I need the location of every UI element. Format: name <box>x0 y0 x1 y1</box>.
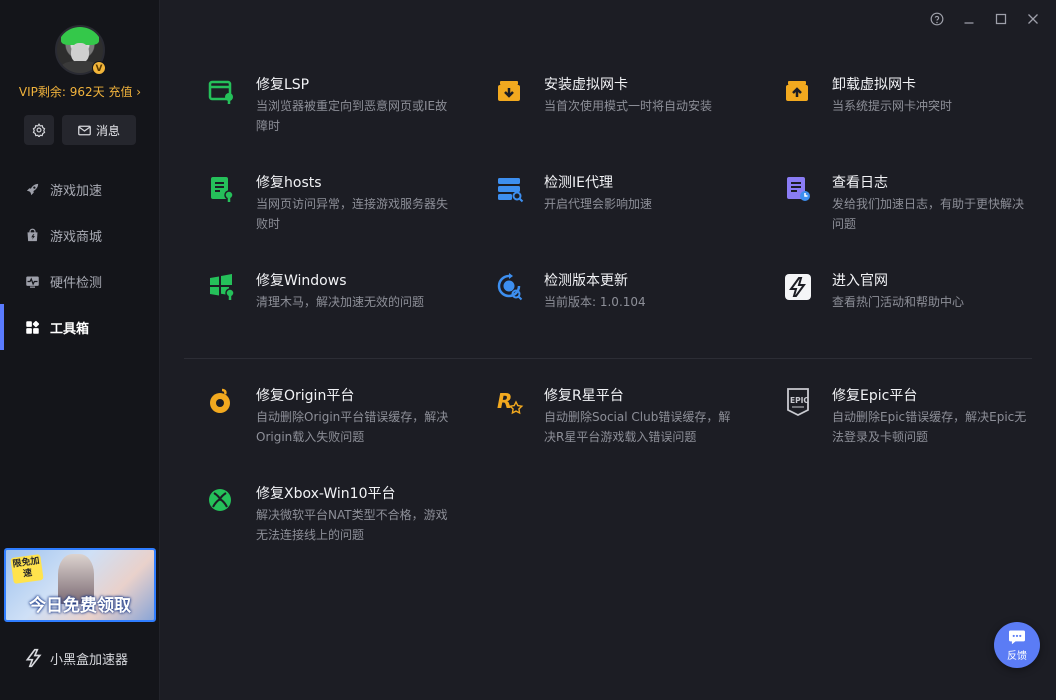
rocket-icon <box>24 181 40 197</box>
browser-repair-icon <box>208 80 233 104</box>
hardware-icon <box>24 273 40 289</box>
toolbox-icon <box>24 319 40 335</box>
tool-desc: 当系统提示网卡冲突时 <box>832 99 953 113</box>
sidebar-nav: 游戏加速 游戏商城 硬件检测 工具箱 <box>0 166 160 350</box>
update-check-icon <box>497 273 523 301</box>
server-search-icon <box>498 178 524 203</box>
tool-title: 安装虚拟网卡 <box>544 77 628 93</box>
sidebar-item-label: 硬件检测 <box>50 275 103 291</box>
tool-visit-website[interactable]: 进入官网 查看热门活动和帮助中心 <box>784 271 1034 312</box>
tool-title: 查看日志 <box>832 175 888 191</box>
sidebar-item-game-store[interactable]: 游戏商城 <box>0 212 160 258</box>
origin-logo-icon <box>210 388 230 413</box>
tool-desc: 发给我们加速日志，有助于更快解决问题 <box>832 197 1025 231</box>
promo-banner[interactable]: 限免加速 今日免费领取 <box>4 548 156 622</box>
tool-desc: 自动删除Epic错误缓存，解决Epic无法登录及卡顿问题 <box>832 410 1027 444</box>
feedback-button[interactable]: 反馈 <box>994 622 1040 668</box>
tool-desc: 当网页访问异常，连接游戏服务器失败时 <box>256 197 449 231</box>
tool-title: 修复LSP <box>256 77 310 93</box>
vip-remaining-link[interactable]: VIP剩余: 962天 充值 › <box>0 83 160 100</box>
sidebar-item-hardware-check[interactable]: 硬件检测 <box>0 258 160 304</box>
tool-check-ie-proxy[interactable]: 检测IE代理 开启代理会影响加速 <box>496 173 746 214</box>
message-button[interactable]: 消息 <box>62 115 136 145</box>
uninstall-box-icon <box>786 81 808 101</box>
sidebar-item-toolbox[interactable]: 工具箱 <box>0 304 160 350</box>
tool-repair-windows[interactable]: 修复Windows 清理木马，解决加速无效的问题 <box>208 271 458 312</box>
tool-desc: 解决微软平台NAT类型不合格，游戏无法连接线上的问题 <box>256 508 448 542</box>
section-divider <box>184 358 1032 359</box>
brand: 小黑盒加速器 <box>24 646 128 670</box>
hosts-repair-icon <box>211 177 234 202</box>
tool-repair-epic[interactable]: EPIC 修复Epic平台 自动删除Epic错误缓存，解决Epic无法登录及卡顿… <box>784 386 1034 447</box>
chat-bubble-icon <box>1009 629 1025 644</box>
tool-repair-lsp[interactable]: 修复LSP 当浏览器被重定向到恶意网页或IE故障时 <box>208 75 458 136</box>
tool-repair-rockstar[interactable]: R 修复R星平台 自动删除Social Club错误缓存，解决R星平台游戏载入错… <box>496 386 746 447</box>
rockstar-logo-icon: R <box>497 389 524 415</box>
tool-desc: 查看热门活动和帮助中心 <box>832 295 965 309</box>
close-icon[interactable] <box>1024 10 1042 28</box>
tool-desc: 当首次使用模式一时将自动安装 <box>544 99 713 113</box>
tool-title: 检测版本更新 <box>544 273 628 289</box>
xbox-logo-icon <box>209 489 231 511</box>
log-document-icon <box>787 177 810 201</box>
brand-logo-icon <box>785 274 811 300</box>
minimize-icon[interactable] <box>960 10 978 28</box>
sidebar-item-game-boost[interactable]: 游戏加速 <box>0 166 160 212</box>
tool-desc: 自动删除Origin平台错误缓存，解决Origin载入失败问题 <box>256 410 449 444</box>
settings-button[interactable] <box>24 115 54 145</box>
tool-repair-hosts[interactable]: 修复hosts 当网页访问异常，连接游戏服务器失败时 <box>208 173 458 234</box>
sidebar-item-label: 工具箱 <box>50 321 90 337</box>
feedback-label: 反馈 <box>1007 650 1027 662</box>
sidebar: V VIP剩余: 962天 充值 › 消息 游戏加速 游戏商城 硬件检测 工具箱… <box>0 0 160 700</box>
svg-text:R: R <box>497 389 512 413</box>
install-box-icon <box>498 81 520 101</box>
mail-icon <box>78 125 91 135</box>
tool-title: 卸载虚拟网卡 <box>832 77 916 93</box>
tool-desc: 当前版本: 1.0.104 <box>544 295 646 309</box>
vip-badge: V <box>92 61 106 75</box>
tool-desc: 开启代理会影响加速 <box>544 197 653 211</box>
gear-icon <box>32 123 46 137</box>
tool-title: 检测IE代理 <box>544 175 613 191</box>
tool-title: 修复R星平台 <box>544 388 624 404</box>
tool-desc: 清理木马，解决加速无效的问题 <box>256 295 425 309</box>
tool-desc: 自动删除Social Club错误缓存，解决R星平台游戏载入错误问题 <box>544 410 731 444</box>
banner-text: 今日免费领取 <box>29 596 131 616</box>
windows-repair-icon <box>210 274 235 300</box>
help-icon[interactable] <box>928 10 946 28</box>
brand-logo-icon <box>25 648 42 668</box>
tool-title: 修复Windows <box>256 273 347 289</box>
maximize-icon[interactable] <box>992 10 1010 28</box>
tool-title: 修复Origin平台 <box>256 388 355 404</box>
sidebar-item-label: 游戏商城 <box>50 229 103 245</box>
message-label: 消息 <box>95 123 120 138</box>
window-controls <box>928 10 1042 28</box>
tool-install-virtual-nic[interactable]: 安装虚拟网卡 当首次使用模式一时将自动安装 <box>496 75 746 116</box>
store-icon <box>24 227 40 243</box>
tool-desc: 当浏览器被重定向到恶意网页或IE故障时 <box>256 99 448 133</box>
brand-name: 小黑盒加速器 <box>50 652 129 668</box>
svg-text:EPIC: EPIC <box>790 396 809 405</box>
tool-title: 进入官网 <box>832 273 888 289</box>
tool-view-logs[interactable]: 查看日志 发给我们加速日志，有助于更快解决问题 <box>784 173 1034 234</box>
tool-check-update[interactable]: 检测版本更新 当前版本: 1.0.104 <box>496 271 746 312</box>
tool-repair-origin[interactable]: 修复Origin平台 自动删除Origin平台错误缓存，解决Origin载入失败… <box>208 386 458 447</box>
tool-title: 修复hosts <box>256 175 322 191</box>
epic-logo-icon: EPIC <box>787 388 809 416</box>
tool-repair-xbox[interactable]: 修复Xbox-Win10平台 解决微软平台NAT类型不合格，游戏无法连接线上的问… <box>208 484 458 545</box>
sidebar-item-label: 游戏加速 <box>50 183 103 199</box>
tool-uninstall-virtual-nic[interactable]: 卸载虚拟网卡 当系统提示网卡冲突时 <box>784 75 1034 116</box>
tool-title: 修复Xbox-Win10平台 <box>256 486 396 502</box>
banner-tag: 限免加速 <box>10 554 44 584</box>
tool-title: 修复Epic平台 <box>832 388 918 404</box>
